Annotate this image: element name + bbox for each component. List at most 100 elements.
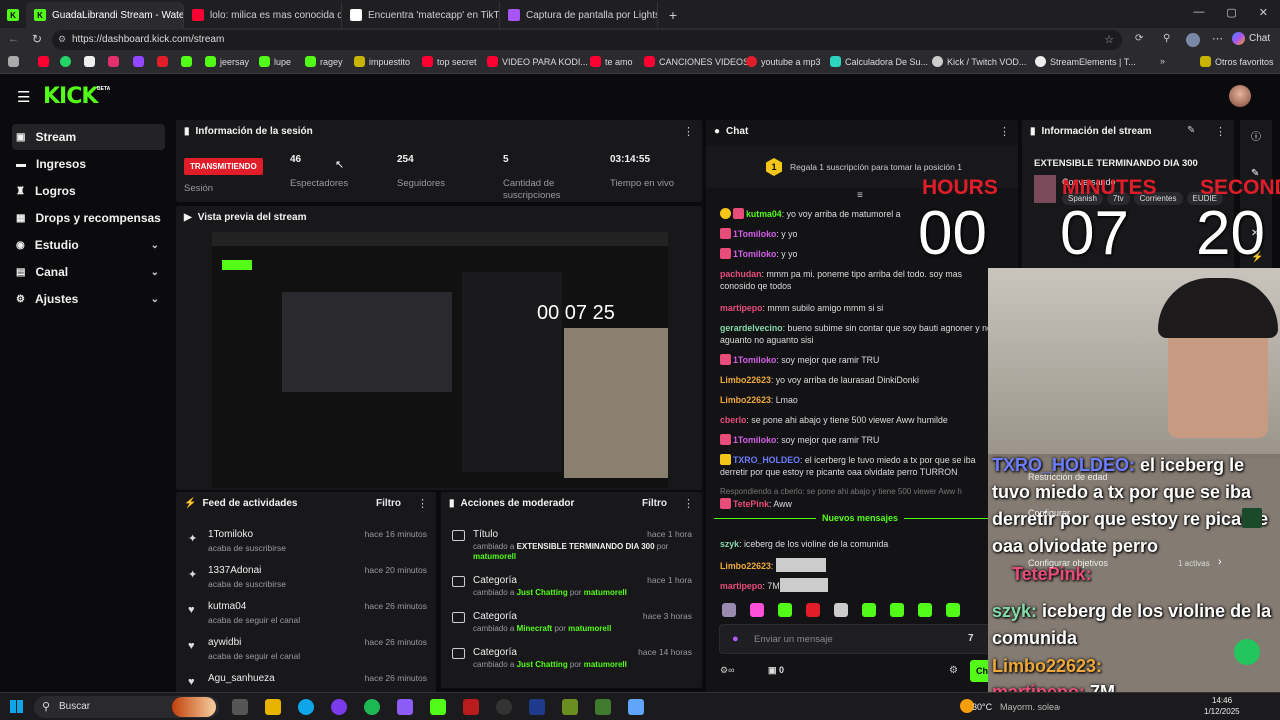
new-tab-button[interactable]: +: [658, 2, 688, 28]
video-app-icon[interactable]: [463, 699, 479, 715]
age-restriction-row[interactable]: Restricción de edad: [1028, 472, 1108, 482]
objectives-row[interactable]: Configurar objetivos: [1028, 558, 1108, 568]
mod-filter-button[interactable]: Filtro: [642, 498, 667, 509]
instagram-bookmark-icon[interactable]: [108, 56, 119, 67]
back-icon[interactable]: ←: [8, 33, 19, 45]
kick-studio-icon[interactable]: [1242, 508, 1262, 528]
bookmark-impuestito[interactable]: impuestito: [354, 56, 410, 67]
sidebar-item-ajustes[interactable]: ⚙ Ajustes ⌄: [12, 286, 165, 312]
edit-icon[interactable]: ✎: [1187, 125, 1195, 136]
feed-row[interactable]: ♥ kutma04 acaba de seguir el canal hace 26 …: [184, 598, 427, 632]
bookmark-lupe[interactable]: lupe: [259, 56, 291, 67]
microphone-icon[interactable]: ●: [732, 633, 739, 645]
chat-username[interactable]: TXRO_HOLDEO: [733, 455, 800, 465]
weather-desc[interactable]: Mayorm. soleado: [1000, 702, 1060, 712]
chat-message[interactable]: TXRO_HOLDEO: el icerberg le tuvo miedo a…: [720, 454, 995, 478]
bookmark-te-amo[interactable]: te amo: [590, 56, 633, 67]
refresh-ext-icon[interactable]: ⟳: [1135, 33, 1143, 44]
minimize-icon[interactable]: —: [1193, 6, 1204, 19]
edge-icon[interactable]: [298, 699, 314, 715]
maximize-icon[interactable]: ▢: [1226, 6, 1236, 19]
chat-username[interactable]: TetePink: [733, 499, 769, 509]
tab-lightshot[interactable]: Captura de pantalla por Lightshot ✕: [500, 2, 658, 28]
chat-message[interactable]: TetePink: Aww: [720, 498, 995, 510]
sidebar-item-logros[interactable]: ♜ Logros: [12, 178, 165, 204]
chat-message[interactable]: 1Tomiloko: soy mejor que ramir TRU: [720, 434, 995, 446]
chat-message[interactable]: martipepo: 7M: [720, 578, 995, 592]
clock-time[interactable]: 14:46: [1212, 696, 1232, 705]
chat-username[interactable]: kutma04: [746, 209, 782, 219]
bookmark-calculadora[interactable]: Calculadora De Su...: [830, 56, 928, 67]
chat-username[interactable]: 1Tomiloko: [733, 249, 776, 259]
bookmark-canciones[interactable]: CANCIONES VIDEOS: [644, 56, 749, 67]
more-options-icon[interactable]: ⋮: [1215, 125, 1226, 138]
bookmarks-overflow-icon[interactable]: »: [1160, 56, 1165, 66]
hamburger-menu-icon[interactable]: ☰: [17, 88, 30, 106]
extensions-icon[interactable]: ⚲: [1163, 33, 1170, 44]
stream-preview-video[interactable]: 00 07 25: [212, 232, 668, 488]
feed-row[interactable]: ♥ Agu_sanhueza hace 26 minutos: [184, 670, 427, 690]
clock-date[interactable]: 1/12/2025: [1204, 707, 1240, 716]
support-chat-button[interactable]: [1234, 639, 1260, 665]
7tv-emote-icon[interactable]: 7: [968, 633, 974, 644]
emote-icon[interactable]: [834, 603, 848, 617]
emote-icon[interactable]: [778, 603, 792, 617]
user-avatar[interactable]: [1229, 85, 1251, 107]
copilot-chat-button[interactable]: Chat: [1232, 32, 1270, 45]
gift-count[interactable]: ▣ 0: [768, 665, 784, 676]
config-row[interactable]: Configurar ...: [1028, 508, 1080, 518]
task-view-icon[interactable]: [232, 699, 248, 715]
chat-message[interactable]: Limbo22623: yo voy arriba de laurasad Di…: [720, 374, 995, 386]
chat-message[interactable]: Limbo22623: Lmao: [720, 394, 995, 406]
spotify-icon[interactable]: [364, 699, 380, 715]
sidebar-item-ingresos[interactable]: ▬ Ingresos: [12, 151, 165, 177]
emote-icon[interactable]: [806, 603, 820, 617]
chat-username[interactable]: 1Tomiloko: [733, 355, 776, 365]
other-bookmarks[interactable]: Otros favoritos: [1200, 56, 1274, 67]
chat-input[interactable]: ● Enviar un mensaje 7: [719, 624, 1005, 654]
chat-message[interactable]: martipepo: mmm subilo amigo mmm si si: [720, 302, 995, 314]
emote-icon[interactable]: [890, 603, 904, 617]
chat-username[interactable]: szyk: [720, 539, 739, 549]
chat-username[interactable]: martipepo: [720, 303, 763, 313]
chat-username[interactable]: Limbo22623: [720, 561, 771, 571]
twitch-bookmark-icon[interactable]: [133, 56, 144, 67]
tab-guadalibrandi[interactable]: K GuadaLibrandi Stream - Wate ✕: [26, 2, 184, 28]
apps-icon[interactable]: [8, 56, 19, 67]
reload-icon[interactable]: ↻: [32, 32, 42, 46]
chat-message[interactable]: cberlo: se pone ahi abajo y tiene 500 vi…: [720, 414, 995, 426]
weather-temp[interactable]: 30°C: [972, 702, 992, 712]
chat-message[interactable]: gerardelvecino: bueno subime sin contar …: [720, 322, 995, 346]
tab-menu[interactable]: K: [0, 2, 26, 28]
chat-gear-icon[interactable]: ⚙: [949, 665, 958, 676]
bookmark-kick-twitch-vod[interactable]: Kick / Twitch VOD...: [932, 56, 1026, 67]
sidebar-item-estudio[interactable]: ◉ Estudio ⌄: [12, 232, 165, 258]
emote-icon[interactable]: [750, 603, 764, 617]
feed-filter-button[interactable]: Filtro: [376, 498, 401, 509]
file-explorer-icon[interactable]: [265, 699, 281, 715]
close-window-icon[interactable]: ✕: [1259, 6, 1268, 19]
chat-username[interactable]: 1Tomiloko: [733, 229, 776, 239]
profile-avatar[interactable]: [1186, 33, 1200, 47]
site-info-icon[interactable]: ⚙: [58, 34, 66, 45]
bookmark-youtube-mp3[interactable]: youtube a mp3: [746, 56, 821, 67]
app-icon[interactable]: [628, 699, 644, 715]
chat-message[interactable]: 1Tomiloko: soy mejor que ramir TRU: [720, 354, 995, 366]
windows-start-icon[interactable]: [10, 700, 23, 713]
more-options-icon[interactable]: ⋮: [417, 497, 428, 510]
mod-row[interactable]: Categoría hace 14 horas cambiado a Just Ch…: [449, 644, 692, 678]
mod-row[interactable]: Título hace 1 hora cambiado a EXTENSIBLE T…: [449, 526, 692, 561]
emote-icon[interactable]: [722, 603, 736, 617]
bookmark-star-icon[interactable]: ☆: [1104, 33, 1114, 46]
info-circle-icon[interactable]: ⓘ: [1251, 128, 1261, 143]
red-bookmark-icon[interactable]: [157, 56, 168, 67]
chat-settings-icon[interactable]: ⚙∞: [720, 665, 734, 676]
kick-bookmark-icon[interactable]: [181, 56, 192, 67]
bookmark-ragey[interactable]: ragey: [305, 56, 343, 67]
chat-username[interactable]: pachudan: [720, 269, 762, 279]
sidebar-item-stream[interactable]: ▣ Stream: [12, 124, 165, 150]
bookmark-streamelements[interactable]: StreamElements | T...: [1035, 56, 1136, 67]
feed-row[interactable]: ✦ 1Tomiloko acaba de suscribirse hace 16 mi…: [184, 526, 427, 560]
feed-row[interactable]: ♥ aywidbi acaba de seguir el canal hace 26 …: [184, 634, 427, 668]
menu-dots-icon[interactable]: ⋯: [1212, 32, 1223, 45]
